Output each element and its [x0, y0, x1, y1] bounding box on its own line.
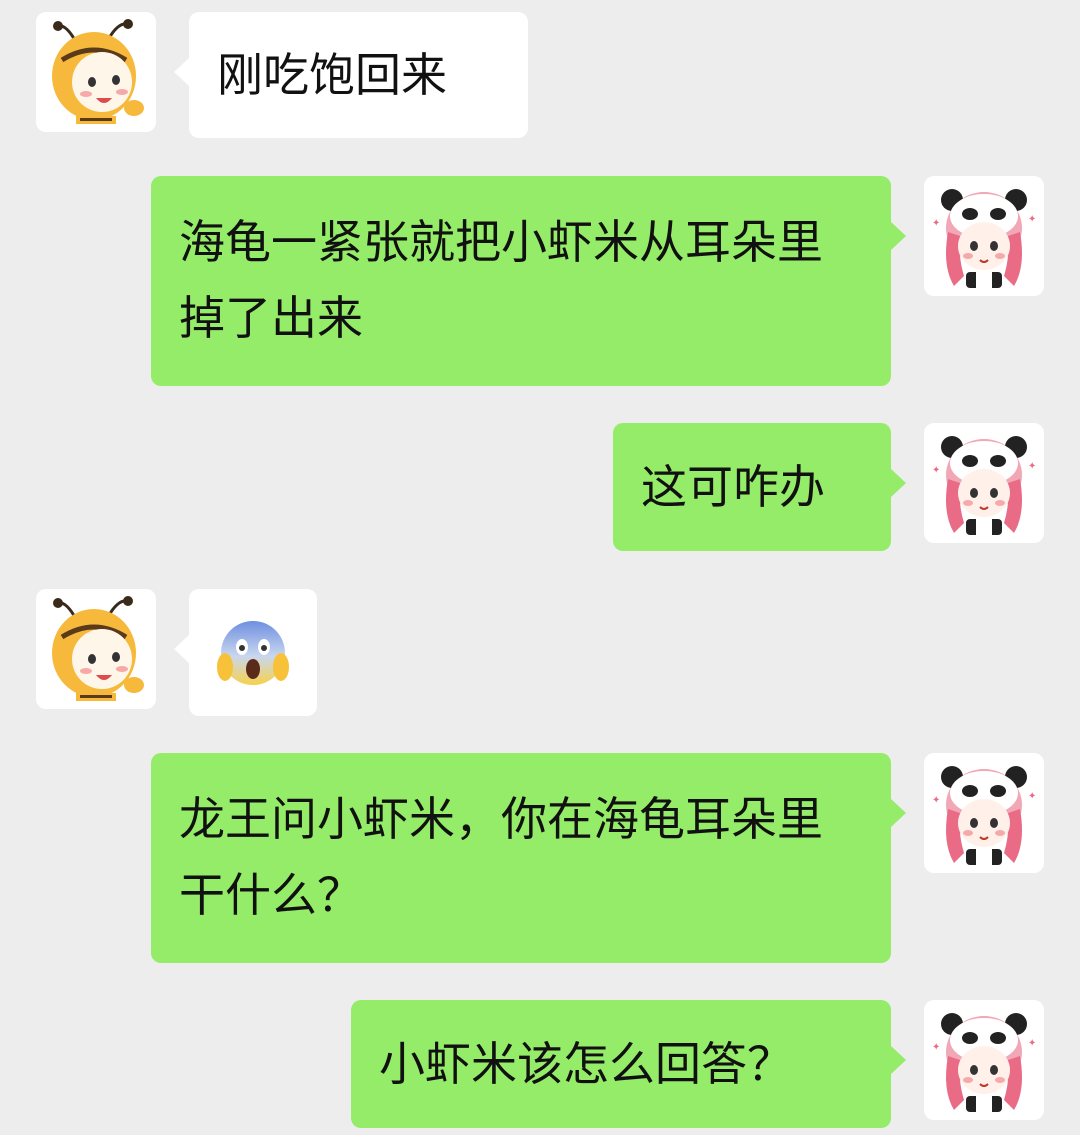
my-avatar-icon[interactable] — [924, 423, 1044, 543]
my-avatar-icon[interactable] — [924, 1000, 1044, 1120]
message-bubble-incoming[interactable] — [174, 589, 317, 716]
message-bubble-outgoing[interactable]: 海龟一紧张就把小虾米从耳朵里掉了出来 — [151, 176, 906, 386]
message-text: 小虾米该怎么回答？ — [379, 1037, 793, 1091]
message-text: 刚吃饱回来 — [217, 48, 447, 102]
message-bubble-outgoing[interactable]: 小虾米该怎么回答？ — [351, 1000, 906, 1128]
message-bubble-outgoing[interactable]: 龙王问小虾米，你在海龟耳朵里干什么？ — [151, 753, 906, 963]
message-text: 龙王问小虾米，你在海龟耳朵里干什么？ — [179, 792, 823, 922]
face-screaming-in-fear-icon — [217, 621, 289, 685]
message-text: 海龟一紧张就把小虾米从耳朵里掉了出来 — [179, 215, 823, 345]
my-avatar-icon[interactable] — [924, 753, 1044, 873]
message-bubble-outgoing[interactable]: 这可咋办 — [613, 423, 906, 551]
message-bubble-incoming[interactable]: 刚吃饱回来 — [174, 12, 528, 138]
friend-avatar-icon[interactable] — [36, 589, 156, 709]
friend-avatar-icon[interactable] — [36, 12, 156, 132]
message-text: 这可咋办 — [641, 460, 825, 514]
my-avatar-icon[interactable] — [924, 176, 1044, 296]
